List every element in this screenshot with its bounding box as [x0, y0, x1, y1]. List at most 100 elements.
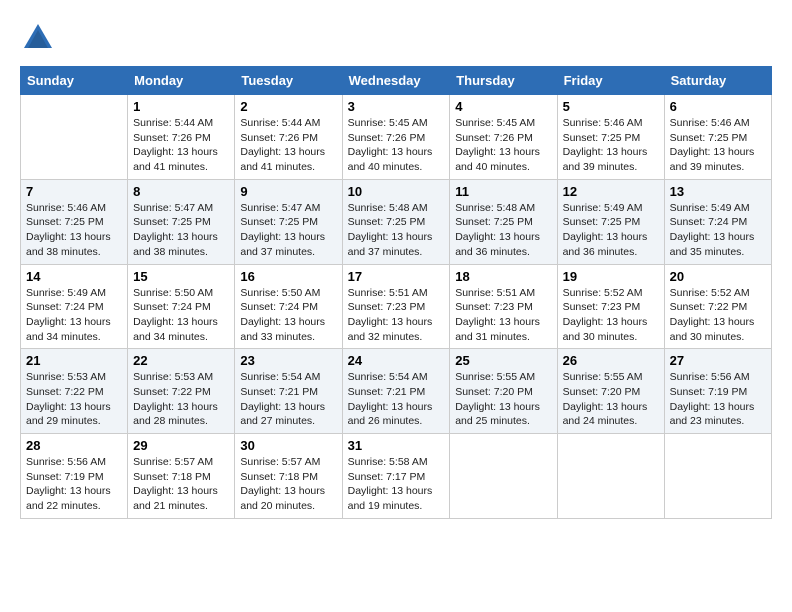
calendar-week-row: 1 Sunrise: 5:44 AM Sunset: 7:26 PM Daylig…	[21, 95, 772, 180]
day-info: Sunrise: 5:45 AM Sunset: 7:26 PM Dayligh…	[455, 116, 551, 175]
calendar-cell	[664, 434, 771, 519]
calendar-cell: 12Sunrise: 5:49 AM Sunset: 7:25 PM Dayli…	[557, 179, 664, 264]
calendar-header-row: SundayMondayTuesdayWednesdayThursdayFrid…	[21, 67, 772, 95]
day-number: 28	[26, 438, 122, 453]
day-number: 14	[26, 269, 122, 284]
calendar-week-row: 21 Sunrise: 5:53 AM Sunset: 7:22 PM Dayli…	[21, 349, 772, 434]
day-number: 16	[240, 269, 336, 284]
calendar-cell	[557, 434, 664, 519]
calendar-cell: 29 Sunrise: 5:57 AM Sunset: 7:18 PM Dayli…	[128, 434, 235, 519]
day-info: Sunrise: 5:57 AM Sunset: 7:18 PM Dayligh…	[240, 455, 336, 514]
day-info: Sunrise: 5:50 AM Sunset: 7:24 PM Dayligh…	[240, 286, 336, 345]
calendar-cell: 4 Sunrise: 5:45 AM Sunset: 7:26 PM Daylig…	[450, 95, 557, 180]
col-header-saturday: Saturday	[664, 67, 771, 95]
day-number: 4	[455, 99, 551, 114]
day-number: 1	[133, 99, 229, 114]
day-number: 23	[240, 353, 336, 368]
logo	[20, 20, 62, 56]
day-info: Sunrise: 5:55 AM Sunset: 7:20 PM Dayligh…	[455, 370, 551, 429]
calendar-cell: 28 Sunrise: 5:56 AM Sunset: 7:19 PM Dayli…	[21, 434, 128, 519]
logo-icon	[20, 20, 56, 56]
calendar-cell: 25 Sunrise: 5:55 AM Sunset: 7:20 PM Dayli…	[450, 349, 557, 434]
calendar-cell: 6 Sunrise: 5:46 AM Sunset: 7:25 PM Daylig…	[664, 95, 771, 180]
col-header-monday: Monday	[128, 67, 235, 95]
day-info: Sunrise: 5:51 AM Sunset: 7:23 PM Dayligh…	[455, 286, 551, 345]
calendar-cell: 27 Sunrise: 5:56 AM Sunset: 7:19 PM Dayli…	[664, 349, 771, 434]
day-number: 31	[348, 438, 445, 453]
calendar-cell: 7 Sunrise: 5:46 AM Sunset: 7:25 PM Daylig…	[21, 179, 128, 264]
calendar-table: SundayMondayTuesdayWednesdayThursdayFrid…	[20, 66, 772, 519]
day-number: 8	[133, 184, 229, 199]
day-number: 17	[348, 269, 445, 284]
day-number: 13	[670, 184, 766, 199]
calendar-cell: 1 Sunrise: 5:44 AM Sunset: 7:26 PM Daylig…	[128, 95, 235, 180]
day-info: Sunrise: 5:44 AM Sunset: 7:26 PM Dayligh…	[133, 116, 229, 175]
day-info: Sunrise: 5:52 AM Sunset: 7:23 PM Dayligh…	[563, 286, 659, 345]
day-info: Sunrise: 5:47 AM Sunset: 7:25 PM Dayligh…	[133, 201, 229, 260]
day-number: 12	[563, 184, 659, 199]
day-number: 7	[26, 184, 122, 199]
calendar-cell: 31 Sunrise: 5:58 AM Sunset: 7:17 PM Dayli…	[342, 434, 450, 519]
day-info: Sunrise: 5:48 AM Sunset: 7:25 PM Dayligh…	[348, 201, 445, 260]
day-info: Sunrise: 5:46 AM Sunset: 7:25 PM Dayligh…	[670, 116, 766, 175]
calendar-cell	[450, 434, 557, 519]
day-number: 18	[455, 269, 551, 284]
day-info: Sunrise: 5:49 AM Sunset: 7:24 PM Dayligh…	[26, 286, 122, 345]
day-number: 25	[455, 353, 551, 368]
day-number: 15	[133, 269, 229, 284]
day-info: Sunrise: 5:48 AM Sunset: 7:25 PM Dayligh…	[455, 201, 551, 260]
calendar-cell: 26Sunrise: 5:55 AM Sunset: 7:20 PM Dayli…	[557, 349, 664, 434]
col-header-friday: Friday	[557, 67, 664, 95]
day-info: Sunrise: 5:57 AM Sunset: 7:18 PM Dayligh…	[133, 455, 229, 514]
day-number: 5	[563, 99, 659, 114]
day-info: Sunrise: 5:52 AM Sunset: 7:22 PM Dayligh…	[670, 286, 766, 345]
calendar-cell: 13 Sunrise: 5:49 AM Sunset: 7:24 PM Dayli…	[664, 179, 771, 264]
day-number: 19	[563, 269, 659, 284]
calendar-cell: 14 Sunrise: 5:49 AM Sunset: 7:24 PM Dayli…	[21, 264, 128, 349]
day-info: Sunrise: 5:53 AM Sunset: 7:22 PM Dayligh…	[133, 370, 229, 429]
page-header	[20, 20, 772, 56]
day-number: 10	[348, 184, 445, 199]
calendar-cell: 16 Sunrise: 5:50 AM Sunset: 7:24 PM Dayli…	[235, 264, 342, 349]
day-info: Sunrise: 5:44 AM Sunset: 7:26 PM Dayligh…	[240, 116, 336, 175]
day-info: Sunrise: 5:53 AM Sunset: 7:22 PM Dayligh…	[26, 370, 122, 429]
calendar-cell: 11Sunrise: 5:48 AM Sunset: 7:25 PM Dayli…	[450, 179, 557, 264]
day-number: 21	[26, 353, 122, 368]
day-info: Sunrise: 5:46 AM Sunset: 7:25 PM Dayligh…	[26, 201, 122, 260]
day-number: 29	[133, 438, 229, 453]
day-number: 30	[240, 438, 336, 453]
day-info: Sunrise: 5:50 AM Sunset: 7:24 PM Dayligh…	[133, 286, 229, 345]
day-info: Sunrise: 5:45 AM Sunset: 7:26 PM Dayligh…	[348, 116, 445, 175]
day-number: 26	[563, 353, 659, 368]
day-info: Sunrise: 5:47 AM Sunset: 7:25 PM Dayligh…	[240, 201, 336, 260]
day-number: 20	[670, 269, 766, 284]
day-number: 27	[670, 353, 766, 368]
calendar-cell: 10 Sunrise: 5:48 AM Sunset: 7:25 PM Dayli…	[342, 179, 450, 264]
day-info: Sunrise: 5:56 AM Sunset: 7:19 PM Dayligh…	[26, 455, 122, 514]
calendar-cell	[21, 95, 128, 180]
day-number: 24	[348, 353, 445, 368]
calendar-week-row: 28 Sunrise: 5:56 AM Sunset: 7:19 PM Dayli…	[21, 434, 772, 519]
day-number: 3	[348, 99, 445, 114]
calendar-cell: 24 Sunrise: 5:54 AM Sunset: 7:21 PM Dayli…	[342, 349, 450, 434]
day-number: 2	[240, 99, 336, 114]
calendar-cell: 21 Sunrise: 5:53 AM Sunset: 7:22 PM Dayli…	[21, 349, 128, 434]
calendar-cell: 3 Sunrise: 5:45 AM Sunset: 7:26 PM Daylig…	[342, 95, 450, 180]
calendar-cell: 19 Sunrise: 5:52 AM Sunset: 7:23 PM Dayli…	[557, 264, 664, 349]
calendar-cell: 30 Sunrise: 5:57 AM Sunset: 7:18 PM Dayli…	[235, 434, 342, 519]
col-header-tuesday: Tuesday	[235, 67, 342, 95]
calendar-week-row: 7 Sunrise: 5:46 AM Sunset: 7:25 PM Daylig…	[21, 179, 772, 264]
calendar-cell: 17Sunrise: 5:51 AM Sunset: 7:23 PM Dayli…	[342, 264, 450, 349]
day-info: Sunrise: 5:49 AM Sunset: 7:24 PM Dayligh…	[670, 201, 766, 260]
calendar-cell: 8 Sunrise: 5:47 AM Sunset: 7:25 PM Daylig…	[128, 179, 235, 264]
day-number: 22	[133, 353, 229, 368]
day-number: 9	[240, 184, 336, 199]
day-info: Sunrise: 5:54 AM Sunset: 7:21 PM Dayligh…	[348, 370, 445, 429]
calendar-cell: 15 Sunrise: 5:50 AM Sunset: 7:24 PM Dayli…	[128, 264, 235, 349]
day-info: Sunrise: 5:56 AM Sunset: 7:19 PM Dayligh…	[670, 370, 766, 429]
calendar-cell: 9 Sunrise: 5:47 AM Sunset: 7:25 PM Daylig…	[235, 179, 342, 264]
calendar-cell: 23Sunrise: 5:54 AM Sunset: 7:21 PM Dayli…	[235, 349, 342, 434]
col-header-thursday: Thursday	[450, 67, 557, 95]
day-number: 6	[670, 99, 766, 114]
day-info: Sunrise: 5:58 AM Sunset: 7:17 PM Dayligh…	[348, 455, 445, 514]
